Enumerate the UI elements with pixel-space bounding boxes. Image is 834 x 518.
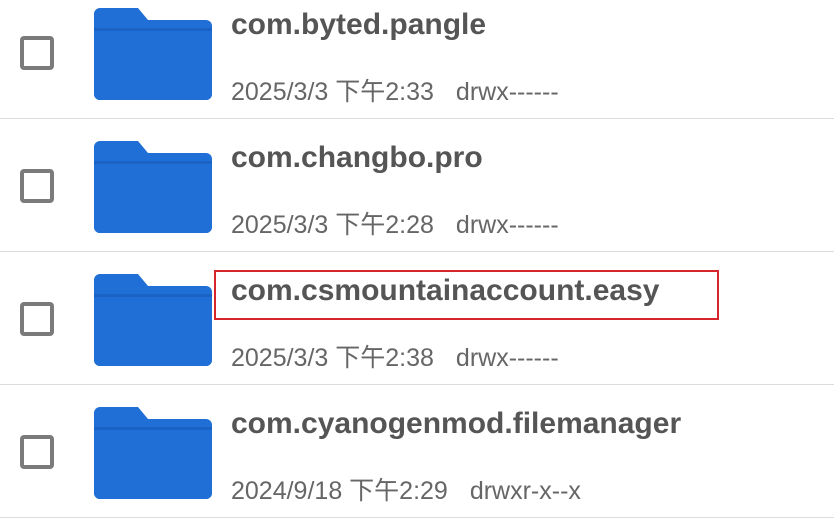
file-date: 2025/3/3 下午2:28 bbox=[231, 211, 434, 239]
file-name: com.changbo.pro bbox=[231, 141, 483, 174]
list-item[interactable]: com.changbo.pro 2025/3/3 下午2:28 drwx-----… bbox=[0, 119, 834, 252]
file-list: com.byted.pangle 2025/3/3 下午2:33 drwx----… bbox=[0, 0, 834, 518]
list-item[interactable]: com.cyanogenmod.filemanager 2024/9/18 下午… bbox=[0, 385, 834, 518]
file-name: com.cyanogenmod.filemanager bbox=[231, 407, 682, 440]
file-permissions: drwxr-x--x bbox=[469, 477, 581, 505]
select-checkbox[interactable] bbox=[20, 169, 54, 203]
file-date: 2025/3/3 下午2:38 bbox=[231, 344, 434, 372]
file-permissions: drwx------ bbox=[455, 78, 559, 106]
file-date: 2024/9/18 下午2:29 bbox=[231, 477, 448, 505]
folder-icon bbox=[94, 407, 212, 499]
folder-icon bbox=[94, 141, 212, 233]
file-meta: 2025/3/3 下午2:38 drwx------ bbox=[231, 338, 559, 374]
file-meta: 2025/3/3 下午2:28 drwx------ bbox=[231, 205, 559, 241]
select-checkbox[interactable] bbox=[20, 36, 54, 70]
select-checkbox[interactable] bbox=[20, 302, 54, 336]
file-permissions: drwx------ bbox=[455, 211, 559, 239]
folder-icon bbox=[94, 8, 212, 100]
file-meta: 2024/9/18 下午2:29 drwxr-x--x bbox=[231, 471, 581, 507]
file-name: com.csmountainaccount.easy bbox=[231, 274, 660, 307]
file-permissions: drwx------ bbox=[455, 344, 559, 372]
list-item[interactable]: com.byted.pangle 2025/3/3 下午2:33 drwx----… bbox=[0, 0, 834, 119]
list-item[interactable]: com.csmountainaccount.easy 2025/3/3 下午2:… bbox=[0, 252, 834, 385]
select-checkbox[interactable] bbox=[20, 435, 54, 469]
file-meta: 2025/3/3 下午2:33 drwx------ bbox=[231, 72, 559, 108]
file-date: 2025/3/3 下午2:33 bbox=[231, 78, 434, 106]
file-name: com.byted.pangle bbox=[231, 8, 487, 41]
folder-icon bbox=[94, 274, 212, 366]
